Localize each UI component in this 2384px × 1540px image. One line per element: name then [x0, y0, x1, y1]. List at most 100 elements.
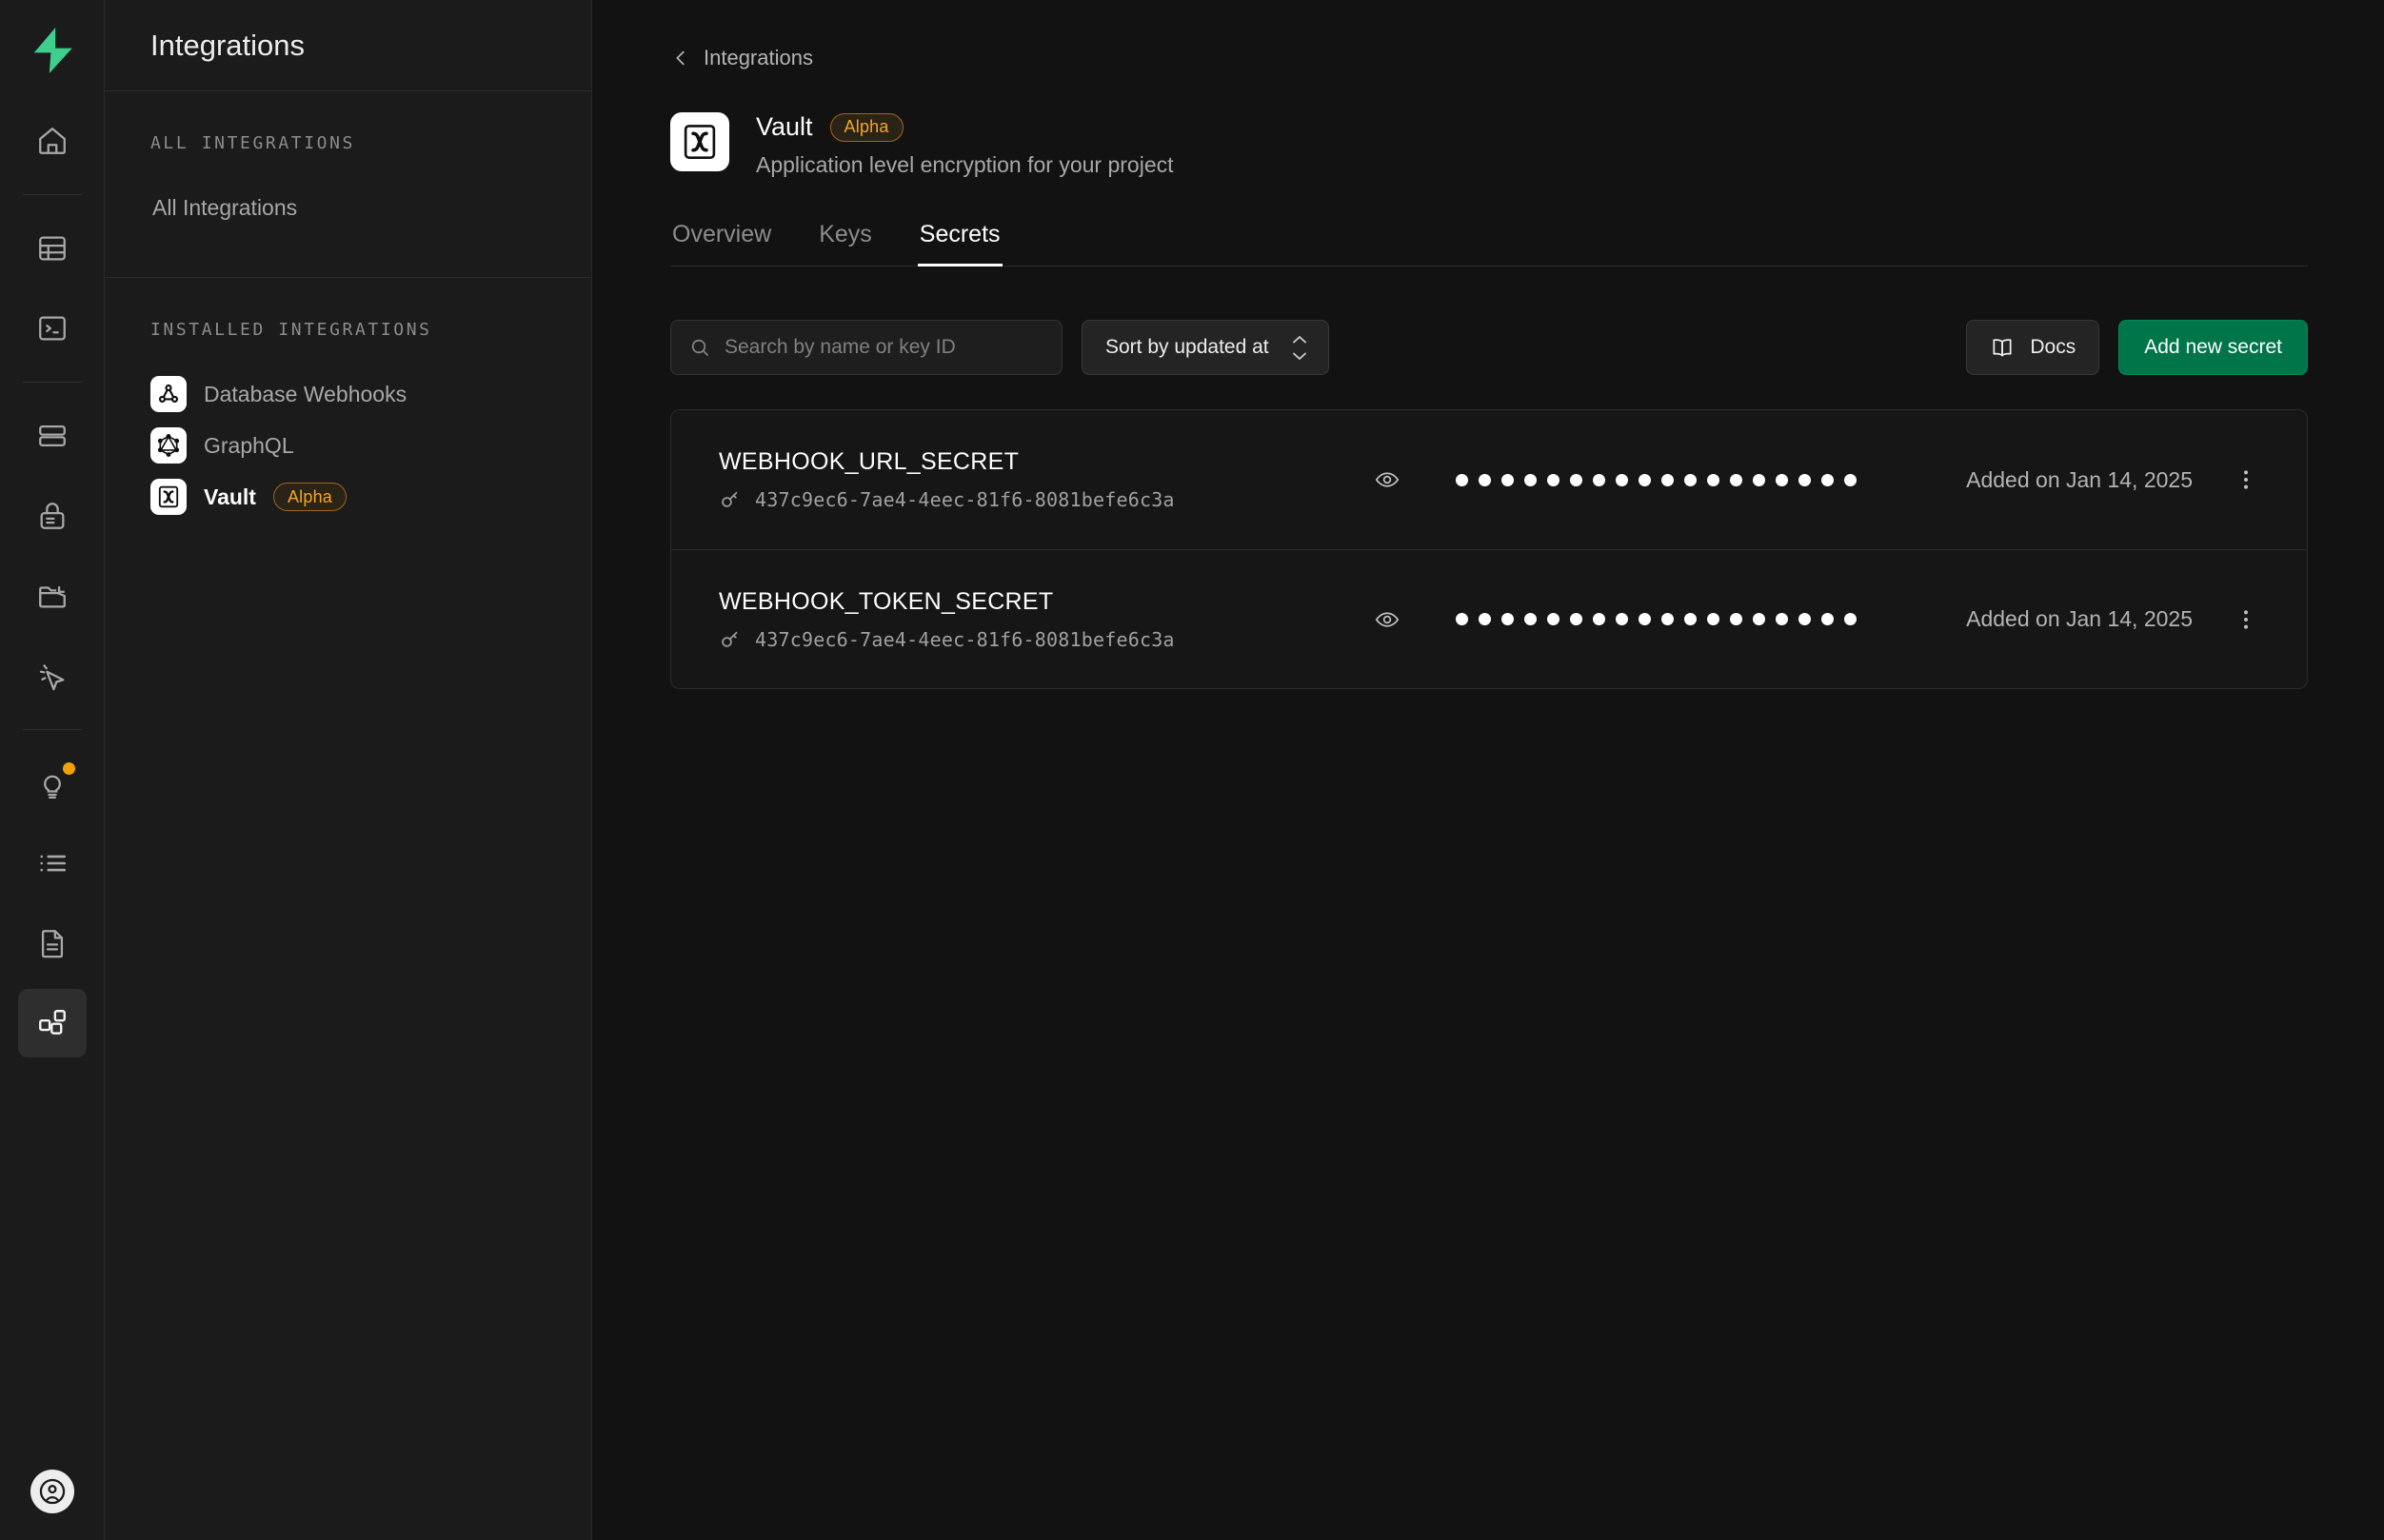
- secret-identity: WEBHOOK_TOKEN_SECRET 437c9ec6-7ae4-4eec-…: [719, 588, 1366, 651]
- advisors-notification-dot: [62, 762, 75, 775]
- sidebar-item-edge-functions[interactable]: [18, 642, 87, 710]
- secret-name: WEBHOOK_URL_SECRET: [719, 448, 1020, 475]
- storage-folder-icon: [38, 586, 66, 608]
- reveal-secret-button[interactable]: [1366, 606, 1408, 633]
- rail-divider: [22, 729, 82, 730]
- tab-secrets[interactable]: Secrets: [917, 221, 1003, 267]
- sidebar-item-label: All Integrations: [152, 194, 298, 220]
- page-subtitle: Application level encryption for your pr…: [756, 152, 1174, 177]
- kebab-menu-icon: [2244, 470, 2248, 489]
- docs-button-label: Docs: [2030, 336, 2076, 358]
- sidebar-item-database[interactable]: [18, 402, 87, 470]
- toolbar: Sort by updated at Docs Add new secr: [670, 320, 2308, 375]
- sidebar-item-sql-editor[interactable]: [18, 294, 87, 363]
- sidebar-item-label: Database Webhooks: [204, 381, 407, 406]
- chevron-up-down-icon: [1290, 334, 1309, 362]
- secrets-list: WEBHOOK_URL_SECRET 437c9ec6-7ae4-4eec-81…: [670, 409, 2308, 689]
- rail-group-manage: [0, 396, 104, 716]
- secret-key-id: 437c9ec6-7ae4-4eec-81f6-8081befe6c3a: [755, 488, 1175, 511]
- sidebar-section-label-all: ALL INTEGRATIONS: [150, 133, 355, 153]
- sidebar-header: Integrations: [105, 0, 591, 91]
- breadcrumb-label: Integrations: [704, 46, 813, 69]
- integrations-blocks-icon: [38, 1010, 66, 1035]
- sidebar-item-home[interactable]: [18, 107, 87, 175]
- authentication-lock-icon: [40, 503, 64, 529]
- docs-button[interactable]: Docs: [1966, 320, 2100, 375]
- search-input[interactable]: [725, 336, 1044, 359]
- graphql-icon: [150, 427, 187, 464]
- webhook-icon: [150, 376, 187, 412]
- sidebar-item-reports[interactable]: [18, 909, 87, 977]
- eye-icon: [1375, 611, 1400, 627]
- sort-select[interactable]: Sort by updated at: [1082, 320, 1329, 375]
- page-header-text: Vault Alpha Application level encryption…: [756, 112, 1174, 178]
- sidebar-item-advisors[interactable]: [18, 749, 87, 818]
- rail-divider: [22, 194, 82, 195]
- tab-bar: Overview Keys Secrets: [670, 220, 2308, 267]
- sidebar-section-label-installed: INSTALLED INTEGRATIONS: [150, 320, 432, 340]
- row-menu-button[interactable]: [2193, 606, 2259, 633]
- rail-group-primary: [0, 101, 104, 181]
- book-icon: [1993, 339, 2012, 357]
- home-icon: [38, 128, 66, 154]
- sidebar-item-table-editor[interactable]: [18, 214, 87, 283]
- vault-icon: [670, 112, 729, 171]
- page-title: Vault: [756, 112, 813, 141]
- supabase-logo[interactable]: [19, 17, 86, 84]
- masked-secret-value: [1408, 613, 1966, 625]
- kebab-menu-icon: [2244, 609, 2248, 629]
- sidebar-item-database-webhooks[interactable]: Database Webhooks: [150, 368, 546, 420]
- reports-document-icon: [41, 930, 63, 958]
- key-icon: [722, 491, 738, 507]
- masked-secret-value: [1408, 473, 1966, 486]
- table-row[interactable]: WEBHOOK_URL_SECRET 437c9ec6-7ae4-4eec-81…: [671, 410, 2307, 549]
- sidebar-item-authentication[interactable]: [18, 482, 87, 550]
- sidebar-item-label: GraphQL: [204, 432, 294, 458]
- page-header: Vault Alpha Application level encryption…: [670, 112, 2308, 178]
- add-new-secret-button[interactable]: Add new secret: [2118, 320, 2308, 375]
- table-row[interactable]: WEBHOOK_TOKEN_SECRET 437c9ec6-7ae4-4eec-…: [671, 549, 2307, 688]
- page-title-row: Vault Alpha: [756, 112, 1174, 142]
- alpha-badge: Alpha: [272, 483, 348, 511]
- app-root: Integrations ALL INTEGRATIONS All Integr…: [0, 0, 2384, 1540]
- chevron-left-icon: [676, 50, 685, 66]
- main-padding: Integrations Vault Alpha Application lev…: [592, 0, 2384, 689]
- table-editor-icon: [38, 236, 66, 261]
- logs-list-icon: [39, 855, 66, 872]
- sidebar-section-installed: INSTALLED INTEGRATIONS Database Webhooks: [105, 277, 591, 566]
- secret-added-date: Added on Jan 14, 2025: [1966, 606, 2193, 631]
- sidebar-item-graphql[interactable]: GraphQL: [150, 420, 546, 471]
- eye-icon: [1375, 472, 1400, 487]
- sidebar-item-integrations[interactable]: [17, 989, 87, 1057]
- vault-icon: [150, 479, 187, 515]
- sidebar-item-vault[interactable]: Vault Alpha: [150, 471, 546, 523]
- secret-identity: WEBHOOK_URL_SECRET 437c9ec6-7ae4-4eec-81…: [719, 448, 1366, 511]
- breadcrumb[interactable]: Integrations: [670, 46, 2308, 70]
- sidebar-item-label: Vault: [204, 484, 256, 509]
- rail-divider: [22, 382, 82, 383]
- secret-name: WEBHOOK_TOKEN_SECRET: [719, 587, 1054, 615]
- tab-keys[interactable]: Keys: [817, 221, 874, 267]
- database-icon: [38, 424, 66, 447]
- account-avatar[interactable]: [30, 1470, 74, 1513]
- secret-key-line: 437c9ec6-7ae4-4eec-81f6-8081befe6c3a: [719, 488, 1366, 511]
- sidebar-section-all: ALL INTEGRATIONS All Integrations: [105, 91, 591, 277]
- sidebar-item-storage[interactable]: [18, 562, 87, 630]
- row-menu-button[interactable]: [2193, 466, 2259, 493]
- reveal-secret-button[interactable]: [1366, 466, 1408, 493]
- alpha-badge: Alpha: [829, 112, 904, 142]
- sort-select-label: Sort by updated at: [1105, 336, 1269, 358]
- secret-key-line: 437c9ec6-7ae4-4eec-81f6-8081befe6c3a: [719, 628, 1366, 651]
- search-icon: [691, 339, 708, 356]
- rail-group-observe: [0, 743, 104, 1063]
- search-field[interactable]: [670, 320, 1063, 375]
- main-content: Integrations Vault Alpha Application lev…: [592, 0, 2384, 1540]
- icon-rail: [0, 0, 105, 1540]
- sidebar-item-logs[interactable]: [18, 829, 87, 898]
- edge-functions-cursor-icon: [39, 664, 64, 691]
- tab-overview[interactable]: Overview: [670, 221, 773, 267]
- sidebar-item-all-integrations[interactable]: All Integrations: [150, 182, 546, 233]
- secret-added-date: Added on Jan 14, 2025: [1966, 466, 2193, 492]
- integrations-sidebar: Integrations ALL INTEGRATIONS All Integr…: [105, 0, 592, 1540]
- add-new-secret-label: Add new secret: [2144, 336, 2282, 358]
